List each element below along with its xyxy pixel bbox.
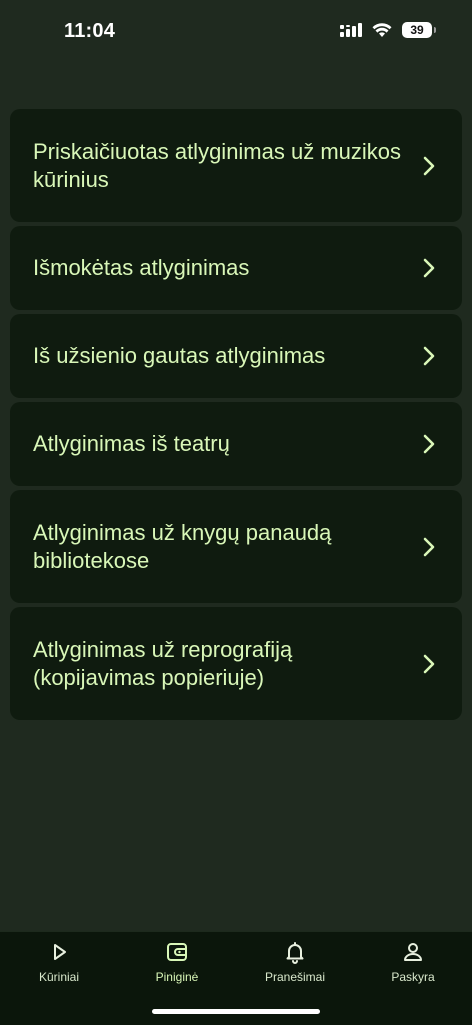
menu-item-label: Atlyginimas už knygų panaudą bibliotekos… xyxy=(33,519,332,573)
battery-icon: 39 xyxy=(402,22,436,38)
tab-label: Kūriniai xyxy=(38,970,80,984)
chevron-right-icon xyxy=(423,258,435,278)
tab-paskyra[interactable]: Paskyra xyxy=(354,940,472,984)
chevron-right-icon xyxy=(423,346,435,366)
chevron-right-icon xyxy=(423,654,435,673)
tab-pinigine[interactable]: Piniginė xyxy=(118,940,236,984)
wifi-icon xyxy=(372,23,392,37)
status-icons: 39 xyxy=(340,22,436,38)
signal-icon xyxy=(340,23,362,37)
tab-label: Pranešimai xyxy=(264,970,326,984)
menu-item-label: Priskaičiuotas atlyginimas už muzikos kū… xyxy=(33,138,402,192)
menu-item-reprografija[interactable]: Atlyginimas už reprografiją (kopijavimas… xyxy=(10,607,462,720)
home-indicator xyxy=(152,1009,320,1014)
chevron-right-icon xyxy=(423,434,435,454)
chevron-right-icon xyxy=(423,156,435,175)
wallet-icon xyxy=(167,943,187,961)
tab-pranesimai[interactable]: Pranešimai xyxy=(236,940,354,984)
menu-item-is-uzsienio[interactable]: Iš užsienio gautas atlyginimas xyxy=(10,314,462,398)
menu-item-knygu-panauda[interactable]: Atlyginimas už knygų panaudą bibliotekos… xyxy=(10,490,462,603)
menu-item-ismoketas[interactable]: Išmokėtas atlyginimas xyxy=(10,226,462,310)
tab-label: Paskyra xyxy=(391,970,435,984)
menu-item-label: Išmokėtas atlyginimas xyxy=(33,255,250,280)
tab-kuriniai[interactable]: Kūriniai xyxy=(0,940,118,984)
bell-icon xyxy=(286,942,304,964)
play-icon xyxy=(54,944,66,960)
status-bar: 11:04 39 xyxy=(0,0,472,64)
menu-item-label: Atlyginimas iš teatrų xyxy=(33,431,230,456)
status-time: 11:04 xyxy=(64,20,116,42)
menu-item-priskaiciuotas[interactable]: Priskaičiuotas atlyginimas už muzikos kū… xyxy=(10,109,462,222)
user-icon xyxy=(404,943,422,961)
menu-item-label: Iš užsienio gautas atlyginimas xyxy=(33,343,326,368)
menu-item-label: Atlyginimas už reprografiją (kopijavimas… xyxy=(33,636,293,690)
tab-label: Piniginė xyxy=(155,970,199,984)
menu-item-is-teatru[interactable]: Atlyginimas iš teatrų xyxy=(10,402,462,486)
chevron-right-icon xyxy=(423,537,435,556)
menu-list: Priskaičiuotas atlyginimas už muzikos kū… xyxy=(10,109,462,724)
